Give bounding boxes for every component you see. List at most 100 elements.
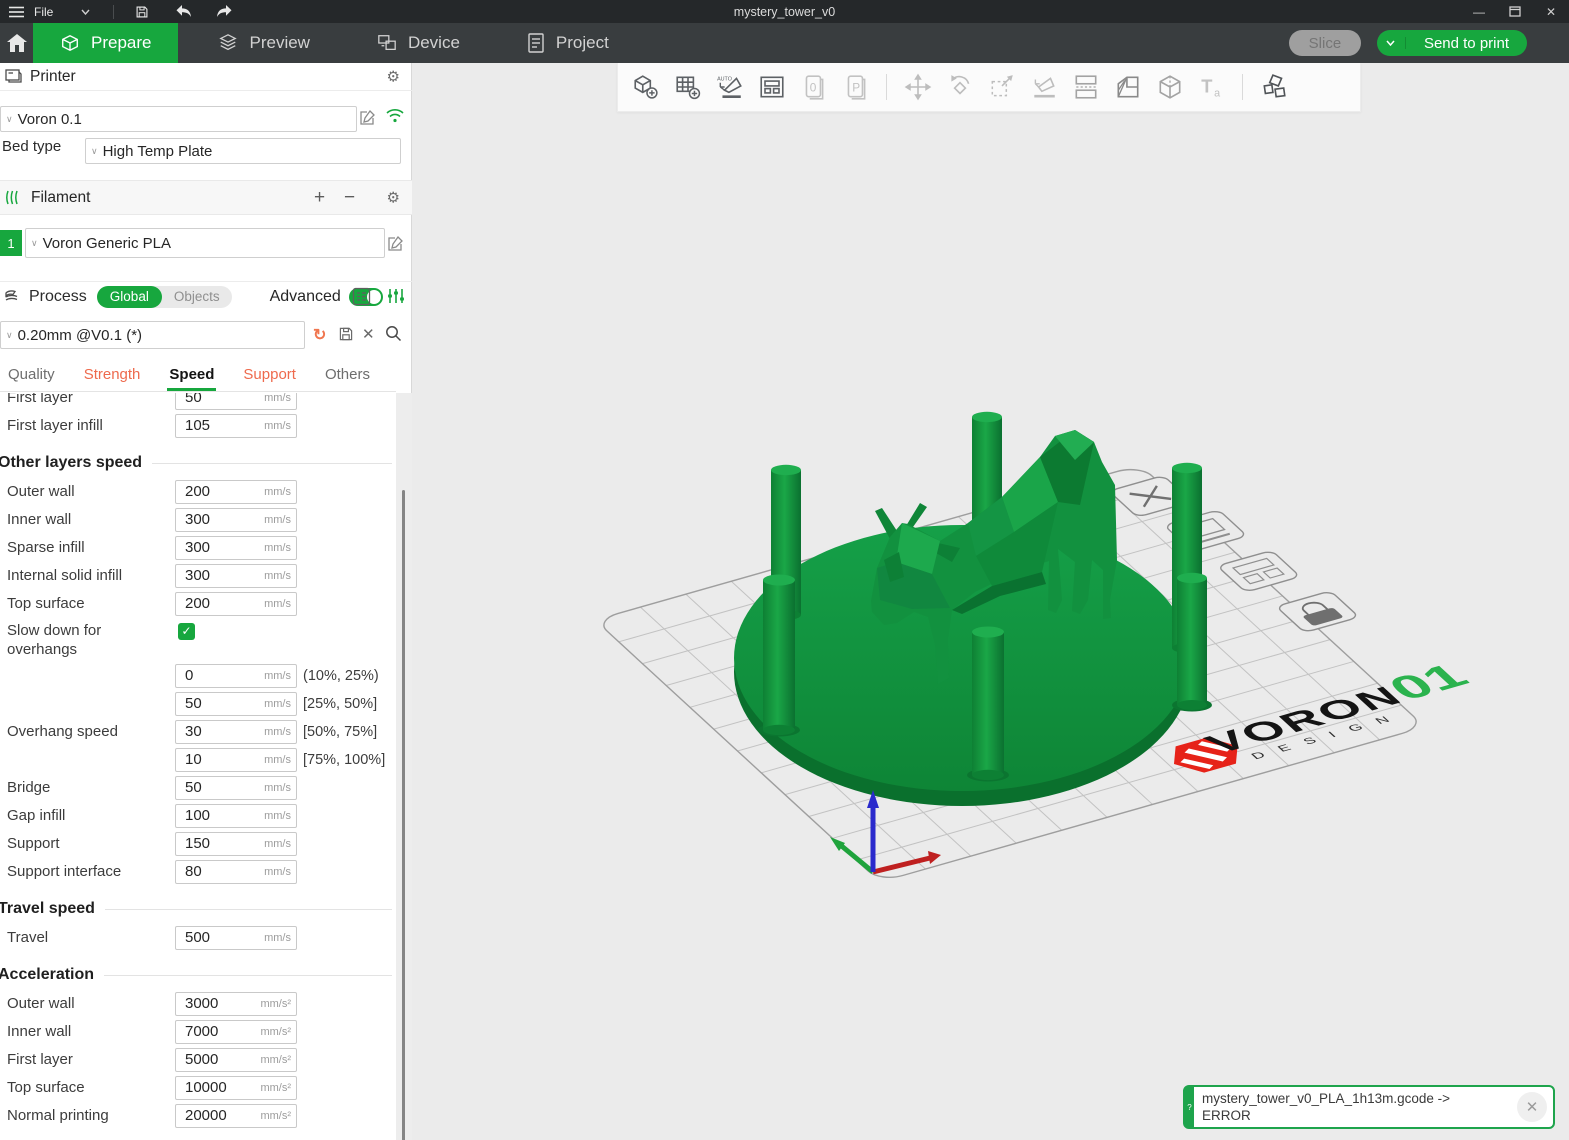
setting-value-input[interactable]: 105mm/s (175, 414, 297, 438)
scale-icon[interactable] (987, 73, 1016, 102)
add-plate-icon[interactable] (673, 73, 702, 102)
minimize-button[interactable]: — (1461, 0, 1497, 23)
setting-value-input[interactable]: 80mm/s (175, 860, 297, 884)
toast-close-icon[interactable]: ✕ (1517, 1092, 1547, 1122)
tab-support[interactable]: Support (243, 366, 296, 391)
setting-value-input[interactable]: 300mm/s (175, 564, 297, 588)
setting-value-input[interactable]: 10000mm/s² (175, 1076, 297, 1100)
setting-row: Travel 500mm/s (0, 924, 396, 952)
rotate-icon[interactable] (945, 73, 974, 102)
parameter-list-icon[interactable] (352, 287, 371, 306)
bed-type-label: Bed type (2, 138, 61, 155)
setting-value-input[interactable]: 200mm/s (175, 592, 297, 616)
save-icon[interactable] (132, 3, 152, 21)
tab-quality[interactable]: Quality (8, 366, 55, 391)
plate-arrange-icon[interactable] (1217, 550, 1300, 592)
file-menu[interactable]: File (34, 5, 53, 19)
pillar-front-left[interactable] (758, 575, 800, 737)
printer-select[interactable]: ∨ Voron 0.1 (0, 106, 357, 132)
auto-orient-icon[interactable]: AUTO (715, 73, 744, 102)
setting-value-input[interactable]: 7000mm/s² (175, 1020, 297, 1044)
doc-p-icon[interactable]: P (841, 73, 870, 102)
add-object-icon[interactable] (631, 73, 660, 102)
tune-parameters-icon[interactable] (387, 287, 405, 305)
setting-value-input[interactable]: 30mm/s (175, 720, 297, 744)
scope-objects[interactable]: Objects (162, 289, 232, 304)
assembly-icon[interactable] (1259, 73, 1288, 102)
setting-value-input[interactable]: 100mm/s (175, 804, 297, 828)
lay-on-face-icon[interactable] (1029, 73, 1058, 102)
add-text-icon[interactable]: Ta (1197, 73, 1226, 102)
chevron-down-icon[interactable] (75, 3, 95, 21)
setting-row: Slow down for overhangs✓ (0, 618, 396, 662)
bed-type-select[interactable]: ∨ High Temp Plate (85, 138, 401, 164)
setting-value-input[interactable]: 50mm/s (175, 776, 297, 800)
setting-value-input[interactable]: 20000mm/s² (175, 1104, 297, 1128)
filament-settings-gear-icon[interactable]: ⚙ (387, 190, 400, 205)
pillar-front-right[interactable] (1172, 573, 1212, 712)
scope-global[interactable]: Global (97, 286, 162, 308)
svg-text:0: 0 (809, 80, 816, 94)
edit-printer-icon[interactable] (359, 109, 376, 126)
hamburger-menu-icon[interactable] (6, 3, 26, 21)
filament-select[interactable]: ∨ Voron Generic PLA (25, 228, 385, 258)
printer-settings-gear-icon[interactable]: ⚙ (387, 69, 400, 84)
wifi-connection-icon[interactable] (386, 108, 404, 123)
process-profile-select[interactable]: ∨ 0.20mm @V0.1 (*) (0, 321, 305, 349)
move-icon[interactable] (903, 73, 932, 102)
delete-profile-icon[interactable]: ✕ (362, 325, 375, 343)
panel-scrollbar[interactable] (396, 393, 412, 1140)
tab-project[interactable]: Project (500, 23, 636, 63)
viewport-canvas[interactable]: VORON D E S I G N 01 (412, 63, 1569, 1140)
svg-text:P: P (852, 80, 860, 94)
tab-speed[interactable]: Speed (169, 366, 214, 391)
arrange-icon[interactable] (757, 73, 786, 102)
setting-checkbox[interactable]: ✓ (178, 623, 195, 640)
setting-label: Travel (7, 924, 48, 952)
setting-value-input[interactable]: 3000mm/s² (175, 992, 297, 1016)
search-icon[interactable] (385, 325, 402, 342)
tab-prepare[interactable]: Prepare (33, 23, 178, 63)
send-options-chevron-icon[interactable] (1377, 37, 1406, 49)
slice-button[interactable]: Slice (1289, 30, 1361, 56)
tab-device[interactable]: Device (350, 23, 487, 63)
viewport-3d[interactable]: VORON D E S I G N 01 (412, 63, 1569, 1140)
filament-slot-badge[interactable]: 1 (0, 230, 22, 256)
setting-value-input[interactable]: 300mm/s (175, 508, 297, 532)
toolbar-divider (886, 74, 887, 100)
pillar-front-center[interactable] (967, 627, 1009, 782)
setting-label: Inner wall (7, 506, 71, 534)
setting-value-input[interactable]: 0mm/s (175, 664, 297, 688)
tab-strength[interactable]: Strength (84, 366, 141, 391)
setting-value-input[interactable]: 200mm/s (175, 480, 297, 504)
setting-value-input[interactable]: 5000mm/s² (175, 1048, 297, 1072)
setting-value-input[interactable]: 50mm/s (175, 692, 297, 716)
home-button[interactable] (0, 23, 33, 63)
add-filament-button[interactable]: + (314, 188, 325, 207)
send-to-print-button[interactable]: Send to print (1377, 30, 1527, 56)
setting-unit: mm/s (264, 415, 291, 437)
setting-value-input[interactable]: 300mm/s (175, 536, 297, 560)
remove-filament-button[interactable]: − (344, 188, 355, 207)
reset-profile-icon[interactable]: ↻ (313, 325, 326, 345)
setting-unit: mm/s (264, 833, 291, 855)
save-profile-icon[interactable] (338, 326, 354, 342)
split-to-objects-icon[interactable] (1113, 73, 1142, 102)
maximize-button[interactable] (1497, 0, 1533, 23)
close-button[interactable]: ✕ (1533, 0, 1569, 23)
setting-value-input[interactable]: 50mm/s (175, 393, 297, 410)
split-to-parts-icon[interactable] (1155, 73, 1184, 102)
plate-lock-icon[interactable] (1276, 591, 1359, 633)
redo-icon[interactable] (214, 3, 234, 21)
tab-preview[interactable]: Preview (191, 23, 336, 63)
scrollbar-thumb[interactable] (402, 490, 405, 1140)
doc-zero-icon[interactable]: 0 (799, 73, 828, 102)
tab-others[interactable]: Others (325, 366, 370, 391)
setting-value-input[interactable]: 10mm/s (175, 748, 297, 772)
undo-icon[interactable] (174, 3, 194, 21)
setting-value-input[interactable]: 150mm/s (175, 832, 297, 856)
setting-value-input[interactable]: 500mm/s (175, 926, 297, 950)
split-icon[interactable] (1071, 73, 1100, 102)
edit-filament-icon[interactable] (387, 235, 404, 252)
process-scope-switch[interactable]: Global Objects (97, 286, 232, 308)
